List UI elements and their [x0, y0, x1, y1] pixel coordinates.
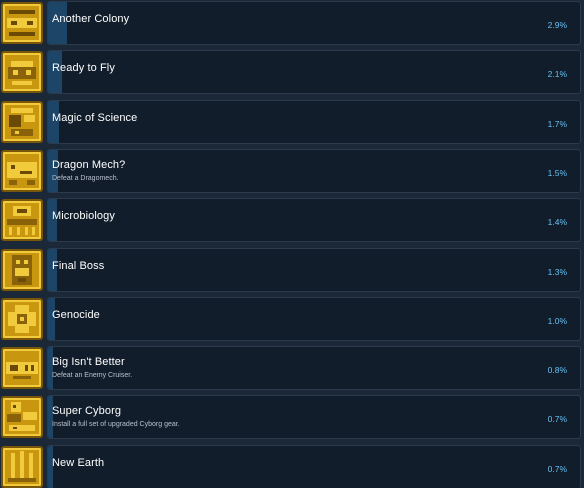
- unlock-percentage: 1.7%: [547, 119, 567, 129]
- unlock-percentage: 1.3%: [547, 267, 567, 277]
- unlock-percentage: 0.7%: [547, 414, 567, 424]
- genocide-icon: [1, 298, 43, 340]
- achievement-description: Defeat an Enemy Cruiser.: [52, 372, 133, 379]
- achievement-panel: Big Isn't Better Defeat an Enemy Cruiser…: [47, 346, 581, 390]
- achievement-list: Another Colony 2.9% Ready to Fly 2.1% Ma…: [0, 0, 584, 488]
- achievement-panel: Magic of Science 1.7%: [47, 100, 581, 144]
- planet-icon: [1, 446, 43, 488]
- achievement-title: Big Isn't Better: [52, 356, 125, 368]
- achievement-description: Install a full set of upgraded Cyborg ge…: [52, 421, 180, 428]
- unlock-progress-bar: [48, 347, 53, 389]
- cruiser-icon: [1, 347, 43, 389]
- achievement-panel: Genocide 1.0%: [47, 297, 581, 341]
- achievement-row-1[interactable]: Another Colony 2.9%: [0, 1, 584, 45]
- science-icon: [1, 101, 43, 143]
- boss-icon: [1, 249, 43, 291]
- achievement-title: Ready to Fly: [52, 62, 115, 74]
- achievement-title: Super Cyborg: [52, 405, 122, 417]
- achievement-row-7[interactable]: Genocide 1.0%: [0, 297, 584, 341]
- achievement-title: Magic of Science: [52, 112, 138, 124]
- achievement-row-10[interactable]: New Earth 0.7%: [0, 445, 584, 488]
- achievement-row-9[interactable]: Super Cyborg Install a full set of upgra…: [0, 395, 584, 439]
- achievement-row-6[interactable]: Final Boss 1.3%: [0, 248, 584, 292]
- achievement-row-2[interactable]: Ready to Fly 2.1%: [0, 50, 584, 94]
- unlock-progress-bar: [48, 396, 53, 438]
- achievement-panel: Super Cyborg Install a full set of upgra…: [47, 395, 581, 439]
- achievement-row-4[interactable]: Dragon Mech? Defeat a Dragomech. 1.5%: [0, 149, 584, 193]
- unlock-percentage: 2.9%: [547, 20, 567, 30]
- achievement-panel: Microbiology 1.4%: [47, 198, 581, 242]
- achievement-title: Genocide: [52, 309, 100, 321]
- achievement-panel: Ready to Fly 2.1%: [47, 50, 581, 94]
- achievement-title: Dragon Mech?: [52, 159, 126, 171]
- achievement-title: Another Colony: [52, 13, 130, 25]
- achievement-panel: Dragon Mech? Defeat a Dragomech. 1.5%: [47, 149, 581, 193]
- achievement-title: Microbiology: [52, 210, 115, 222]
- colony-icon: [1, 2, 43, 44]
- unlock-progress-bar: [48, 150, 58, 192]
- achievement-row-8[interactable]: Big Isn't Better Defeat an Enemy Cruiser…: [0, 346, 584, 390]
- unlock-percentage: 0.8%: [547, 365, 567, 375]
- achievement-panel: Final Boss 1.3%: [47, 248, 581, 292]
- achievement-row-3[interactable]: Magic of Science 1.7%: [0, 100, 584, 144]
- achievement-row-5[interactable]: Microbiology 1.4%: [0, 198, 584, 242]
- achievement-panel: Another Colony 2.9%: [47, 1, 581, 45]
- unlock-percentage: 1.5%: [547, 168, 567, 178]
- unlock-percentage: 1.4%: [547, 217, 567, 227]
- microbe-icon: [1, 199, 43, 241]
- unlock-percentage: 2.1%: [547, 69, 567, 79]
- achievement-description: Defeat a Dragomech.: [52, 175, 119, 182]
- achievement-title: New Earth: [52, 457, 105, 469]
- achievement-title: Final Boss: [52, 260, 105, 272]
- cyborg-icon: [1, 396, 43, 438]
- dragon-icon: [1, 150, 43, 192]
- unlock-percentage: 1.0%: [547, 316, 567, 326]
- ship-icon: [1, 51, 43, 93]
- unlock-percentage: 0.7%: [547, 464, 567, 474]
- achievement-panel: New Earth 0.7%: [47, 445, 581, 488]
